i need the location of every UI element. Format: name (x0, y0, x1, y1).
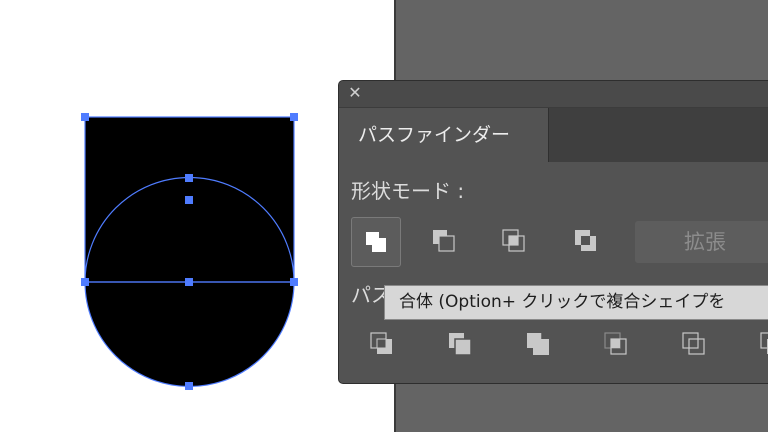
outline-button[interactable] (671, 321, 721, 371)
shape-modes-label: 形状モード : (351, 179, 465, 203)
crop-icon (604, 332, 627, 355)
minus-front-button[interactable] (423, 217, 473, 267)
anchor-point[interactable] (185, 278, 193, 286)
divide-icon (370, 332, 392, 354)
pathfinder-panel: ✕ パスファインダー 形状モード : 拡張 パス (338, 80, 768, 384)
tooltip: 合体 (Option+ クリックで複合シェイプを (384, 285, 768, 320)
selected-shape[interactable] (85, 117, 294, 387)
expand-button[interactable]: 拡張 (635, 221, 768, 263)
minus-front-icon (433, 230, 455, 252)
merge-icon (527, 333, 549, 355)
tab-pathfinder[interactable]: パスファインダー (339, 108, 549, 162)
panel-tabstrip: パスファインダー (339, 108, 768, 162)
minus-back-icon (760, 332, 768, 354)
panel-titlebar[interactable]: ✕ (339, 81, 768, 108)
unite-button[interactable] (351, 217, 401, 267)
close-icon[interactable]: ✕ (347, 85, 363, 101)
trim-button[interactable] (437, 321, 487, 371)
anchor-point[interactable] (185, 174, 193, 182)
unite-icon (366, 232, 386, 252)
anchor-point[interactable] (290, 278, 298, 286)
anchor-point[interactable] (81, 278, 89, 286)
minus-back-button[interactable] (749, 321, 768, 371)
anchor-point[interactable] (81, 113, 89, 121)
center-point[interactable] (185, 196, 193, 204)
exclude-button[interactable] (561, 217, 611, 267)
intersect-button[interactable] (491, 217, 541, 267)
anchor-point[interactable] (185, 382, 193, 390)
outline-icon (682, 332, 705, 355)
merge-button[interactable] (515, 321, 565, 371)
trim-icon (449, 333, 472, 356)
intersect-icon (502, 229, 525, 252)
shape-canvas[interactable] (0, 0, 396, 432)
divide-button[interactable] (359, 321, 409, 371)
crop-button[interactable] (593, 321, 643, 371)
anchor-point[interactable] (290, 113, 298, 121)
exclude-icon (575, 230, 596, 251)
